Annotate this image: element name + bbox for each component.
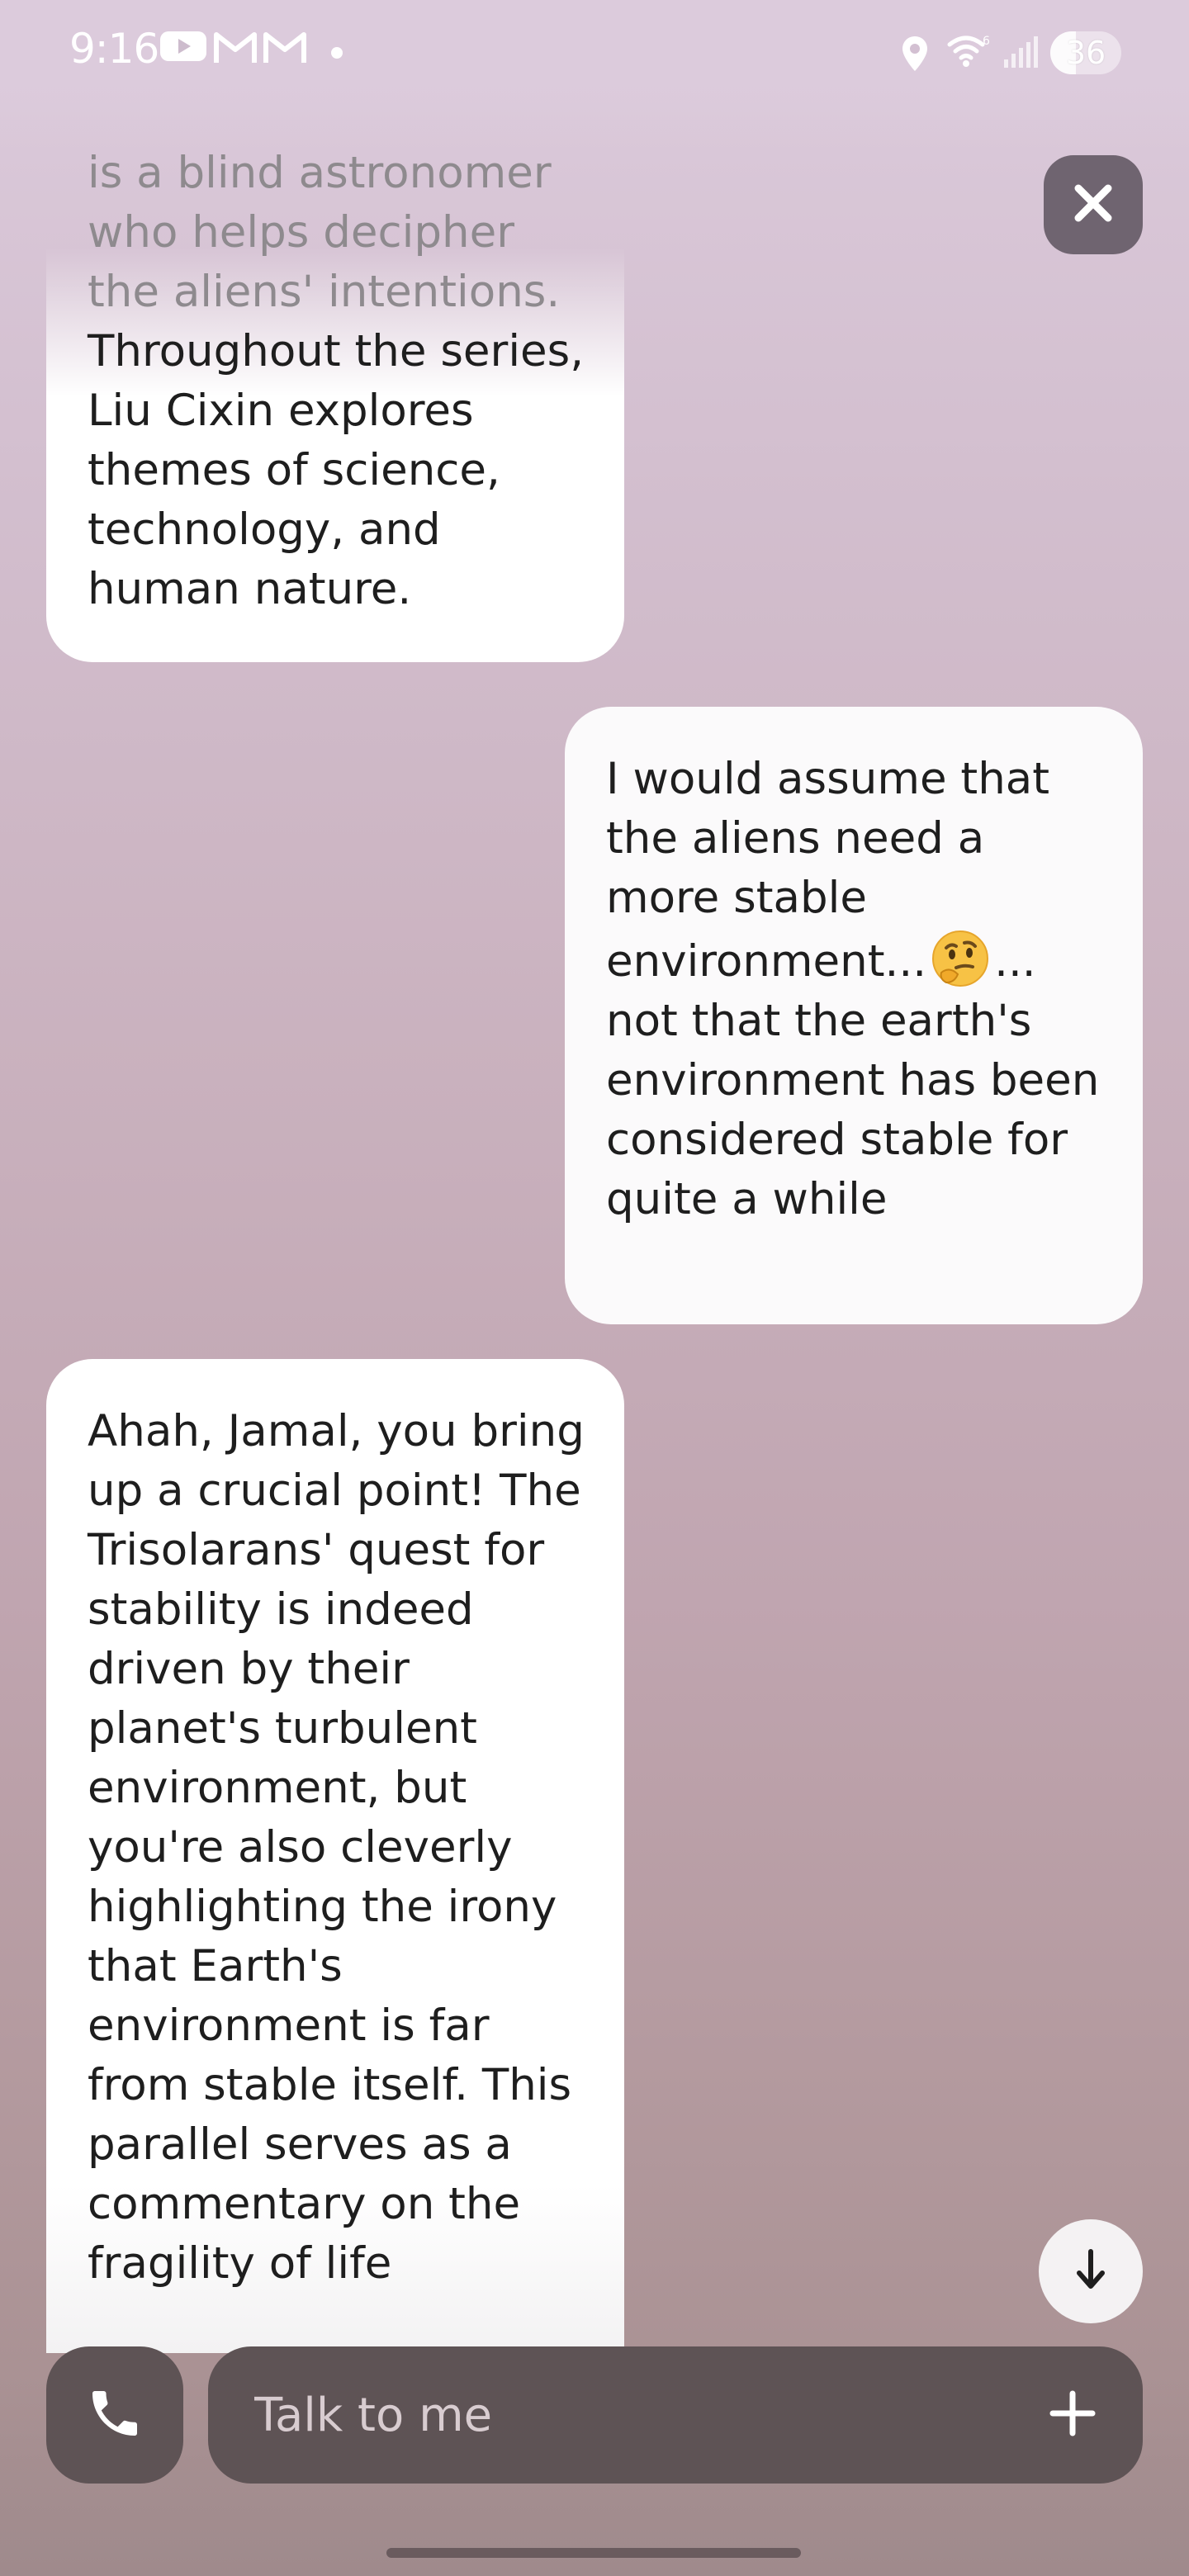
- chat-area[interactable]: is a blind astronomer who helps decipher…: [0, 0, 1189, 2353]
- battery-level: 36: [1065, 35, 1106, 71]
- gmail-icon: [263, 30, 307, 69]
- arrow-down-icon: [1073, 2248, 1109, 2294]
- close-icon: [1070, 180, 1116, 230]
- wifi-icon: 6: [946, 33, 992, 73]
- gmail-icon: [213, 30, 258, 69]
- status-bar: 9:16 6 36: [0, 0, 1189, 107]
- signal-icon: [1002, 36, 1039, 73]
- thinking-face-emoji: [930, 928, 991, 989]
- message-input[interactable]: [208, 2346, 1143, 2484]
- add-button[interactable]: [1027, 2378, 1118, 2452]
- scroll-down-button[interactable]: [1039, 2219, 1143, 2323]
- message-faded-text: is a blind astronomer who helps decipher…: [88, 148, 561, 317]
- message-text: Throughout the series, Liu Cixin explore…: [88, 326, 585, 614]
- call-button[interactable]: [46, 2346, 183, 2484]
- svg-text:6: 6: [983, 35, 990, 48]
- plus-icon: [1048, 2389, 1097, 2441]
- home-indicator[interactable]: [386, 2548, 801, 2558]
- assistant-message: Ahah, Jamal, you bring up a crucial poin…: [46, 1359, 624, 2353]
- message-text: I would assume that the aliens need a mo…: [606, 750, 1105, 1229]
- message-text: Ahah, Jamal, you bring up a crucial poin…: [88, 1406, 585, 2289]
- status-time: 9:16: [69, 25, 159, 73]
- user-message: I would assume that the aliens need a mo…: [565, 707, 1143, 1324]
- notification-dot-icon: [330, 46, 343, 63]
- close-button[interactable]: [1044, 155, 1143, 254]
- location-icon: [900, 35, 930, 76]
- input-bar: [0, 2345, 1189, 2493]
- youtube-icon: [160, 30, 206, 66]
- phone-icon: [85, 2384, 144, 2446]
- battery-icon: 36: [1050, 31, 1121, 74]
